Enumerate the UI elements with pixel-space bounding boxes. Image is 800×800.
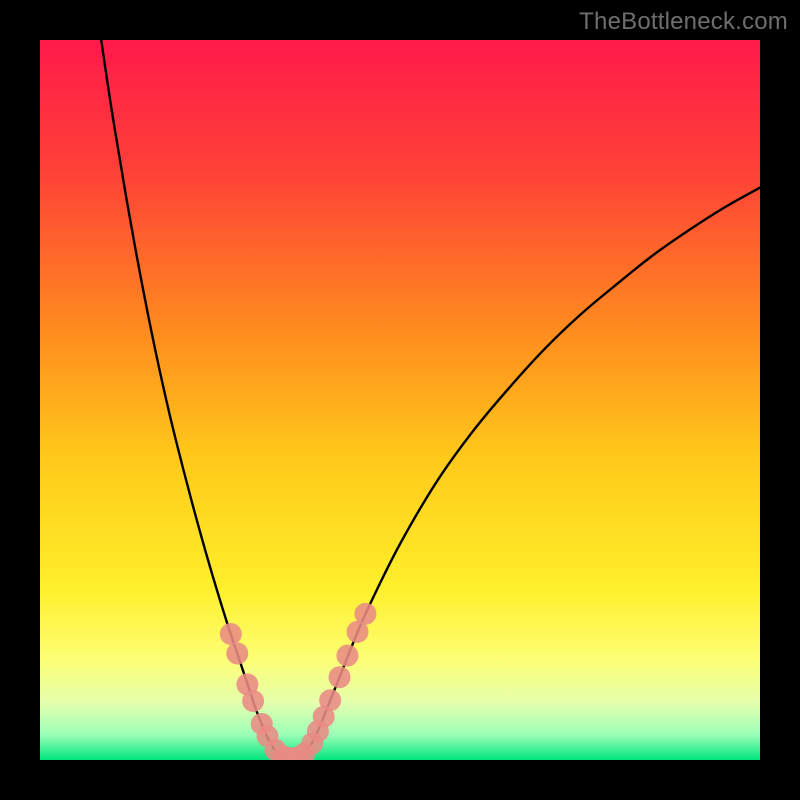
bottleneck-chart xyxy=(40,40,760,760)
highlight-dot xyxy=(226,642,248,664)
highlight-dot xyxy=(242,690,264,712)
highlight-dot xyxy=(220,623,242,645)
highlight-dot xyxy=(329,666,351,688)
highlight-dot xyxy=(336,645,358,667)
highlight-dot xyxy=(319,689,341,711)
gradient-background xyxy=(40,40,760,760)
plot-area xyxy=(40,40,760,760)
watermark-text: TheBottleneck.com xyxy=(579,8,788,36)
highlight-dot xyxy=(354,603,376,625)
chart-frame: TheBottleneck.com xyxy=(0,0,800,800)
